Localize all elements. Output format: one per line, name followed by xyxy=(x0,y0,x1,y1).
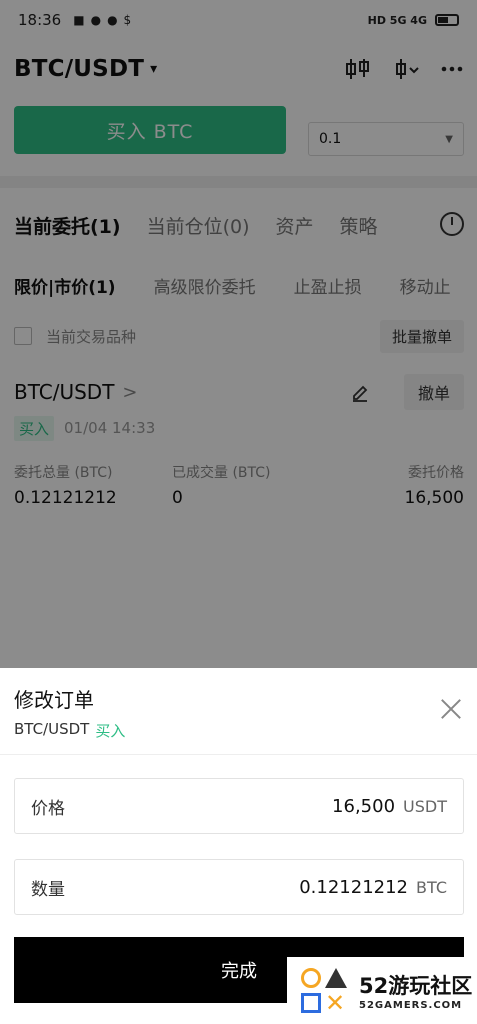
watermark-title: 52游玩社区 xyxy=(359,974,473,998)
watermark-url: 52GAMERS.COM xyxy=(359,1000,463,1011)
amount-field[interactable]: 数量 0.12121212 BTC xyxy=(14,859,464,915)
amount-unit: BTC xyxy=(416,877,447,897)
amount-value[interactable]: 0.12121212 xyxy=(299,877,408,898)
price-unit: USDT xyxy=(403,796,447,816)
close-icon[interactable] xyxy=(440,698,462,720)
sheet-pair: BTC/USDT xyxy=(14,720,90,738)
price-label: 价格 xyxy=(31,798,65,819)
watermark-logo-icon: ✕ xyxy=(299,966,349,1016)
sheet-subtitle: BTC/USDT 买入 xyxy=(14,720,125,741)
modal-backdrop[interactable] xyxy=(0,0,477,668)
watermark: ✕ 52游玩社区 52GAMERS.COM xyxy=(287,957,477,1024)
sheet-divider xyxy=(0,754,477,755)
price-value[interactable]: 16,500 xyxy=(332,796,395,817)
amount-label: 数量 xyxy=(31,879,65,900)
price-field[interactable]: 价格 16,500 USDT xyxy=(14,778,464,834)
sheet-side: 买入 xyxy=(95,722,126,740)
sheet-title: 修改订单 xyxy=(14,688,94,712)
